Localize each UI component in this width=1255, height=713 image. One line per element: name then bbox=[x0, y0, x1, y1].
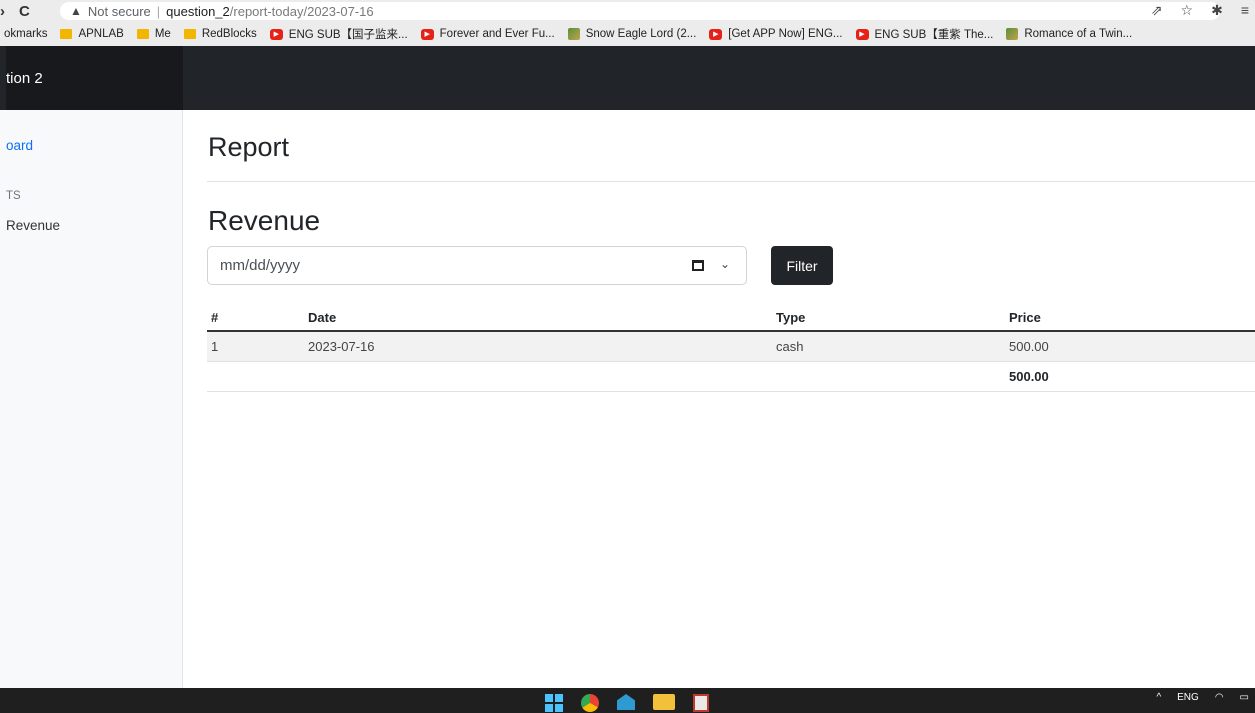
column-header: Type bbox=[776, 310, 806, 325]
youtube-icon: ▶ bbox=[855, 28, 869, 40]
windows-start-icon[interactable] bbox=[545, 694, 563, 712]
bookmark-label: okmarks bbox=[4, 28, 48, 40]
calendar-icon[interactable] bbox=[692, 260, 704, 271]
divider bbox=[207, 181, 1255, 182]
date-input[interactable]: mm/dd/yyyy ⌄ bbox=[207, 246, 747, 285]
column-header: Date bbox=[308, 310, 337, 325]
not-secure-label: Not secure bbox=[87, 3, 151, 19]
warning-icon[interactable]: ▲ bbox=[70, 4, 82, 18]
site-icon bbox=[1006, 28, 1019, 40]
bookmark-label: Romance of a Twin... bbox=[1024, 28, 1133, 40]
browser-address-bar: › C ▲ Not secure | question_2 /report-to… bbox=[0, 0, 1255, 22]
extensions-icon[interactable]: ✱ bbox=[1211, 2, 1223, 19]
os-taskbar: ^ ENG ◠ ▭ bbox=[0, 688, 1255, 713]
row-number: 1 bbox=[211, 339, 219, 354]
playlist-icon[interactable]: ≡ bbox=[1241, 2, 1249, 19]
chevron-up-icon[interactable]: ^ bbox=[1156, 692, 1161, 703]
sidebar-item-dashboard[interactable]: oard bbox=[6, 138, 33, 153]
url-path: /report-today/2023-07-16 bbox=[229, 3, 374, 19]
table-total-row: 500.00 bbox=[207, 362, 1255, 392]
sidebar-heading: TS bbox=[6, 190, 21, 202]
screen: › C ▲ Not secure | question_2 /report-to… bbox=[0, 0, 1255, 713]
browser-actions: ⇗ ☆ ✱ ≡ bbox=[1151, 2, 1249, 19]
sidebar: oard TS Revenue bbox=[0, 110, 183, 688]
bookmark-item[interactable]: Me bbox=[136, 28, 171, 40]
wifi-icon[interactable]: ◠ bbox=[1215, 692, 1224, 703]
filter-button[interactable]: Filter bbox=[771, 246, 833, 285]
bookmark-item[interactable]: APNLAB bbox=[60, 28, 124, 40]
bookmark-label: Me bbox=[154, 28, 171, 40]
app-navbar: tion 2 bbox=[0, 46, 1255, 110]
youtube-icon: ▶ bbox=[269, 28, 283, 40]
url-omnibox[interactable]: ▲ Not secure | question_2 /report-today/… bbox=[60, 2, 1220, 20]
file-explorer-icon[interactable] bbox=[653, 694, 675, 710]
main-content: Report Revenue mm/dd/yyyy ⌄ Filter # Dat… bbox=[207, 110, 1255, 688]
revenue-table: # Date Type Price 1 2023-07-16 cash 500.… bbox=[207, 306, 1255, 392]
url-host: question_2 bbox=[166, 3, 230, 19]
table-row: 1 2023-07-16 cash 500.00 bbox=[207, 332, 1255, 362]
table-header-row: # Date Type Price bbox=[207, 306, 1255, 332]
folder-icon bbox=[136, 29, 149, 39]
bookmark-item[interactable]: ▶ ENG SUB【国子监来... bbox=[269, 26, 408, 42]
chevron-down-icon[interactable]: ⌄ bbox=[720, 257, 730, 271]
bookmarks-bar: okmarks APNLAB Me RedBlocks ▶ ENG SUB【国子监… bbox=[0, 22, 1255, 46]
row-price: 500.00 bbox=[1009, 339, 1049, 354]
bookmark-label: Forever and Ever Fu... bbox=[439, 28, 555, 40]
bookmark-item[interactable]: okmarks bbox=[4, 28, 47, 40]
row-type: cash bbox=[776, 339, 804, 354]
bookmark-item[interactable]: Romance of a Twin... bbox=[1006, 28, 1132, 40]
chrome-icon[interactable] bbox=[581, 694, 599, 712]
youtube-icon: ▶ bbox=[709, 28, 723, 40]
bookmark-label: [Get APP Now] ENG... bbox=[728, 28, 843, 40]
date-placeholder: mm/dd/yyyy bbox=[220, 257, 301, 274]
bookmark-label: ENG SUB【国子监来... bbox=[288, 29, 408, 41]
section-title: Revenue bbox=[208, 205, 321, 236]
page-title: Report bbox=[208, 132, 290, 162]
site-icon bbox=[567, 28, 580, 40]
battery-icon[interactable]: ▭ bbox=[1240, 692, 1249, 703]
bookmark-item[interactable]: Snow Eagle Lord (2... bbox=[567, 28, 697, 40]
system-tray: ^ ENG ◠ ▭ bbox=[1156, 692, 1249, 703]
bookmark-item[interactable]: RedBlocks bbox=[183, 28, 257, 40]
folder-icon bbox=[183, 29, 196, 39]
folder-icon bbox=[60, 29, 73, 39]
column-header: # bbox=[211, 310, 219, 325]
star-icon[interactable]: ☆ bbox=[1181, 2, 1194, 19]
youtube-icon: ▶ bbox=[420, 28, 434, 40]
bookmark-label: APNLAB bbox=[78, 28, 124, 40]
reload-icon[interactable]: C bbox=[19, 3, 30, 20]
forward-icon[interactable]: › bbox=[0, 3, 5, 20]
bookmark-label: ENG SUB【重紫 The... bbox=[874, 29, 994, 41]
bookmark-item[interactable]: ▶ ENG SUB【重紫 The... bbox=[855, 26, 994, 42]
language-indicator[interactable]: ENG bbox=[1177, 692, 1199, 703]
taskbar-apps bbox=[545, 694, 709, 712]
sidebar-item-revenue[interactable]: Revenue bbox=[6, 218, 60, 233]
share-icon[interactable]: ⇗ bbox=[1151, 2, 1163, 19]
app-icon[interactable] bbox=[617, 694, 635, 710]
app-brand[interactable]: tion 2 bbox=[6, 46, 183, 110]
browser-nav: › C bbox=[0, 3, 40, 20]
url-separator: | bbox=[156, 3, 161, 19]
bookmark-item[interactable]: ▶ [Get APP Now] ENG... bbox=[709, 28, 843, 40]
total-price: 500.00 bbox=[1009, 369, 1049, 384]
row-date: 2023-07-16 bbox=[308, 339, 375, 354]
bookmark-label: RedBlocks bbox=[201, 28, 257, 40]
app-icon[interactable] bbox=[693, 694, 709, 712]
column-header: Price bbox=[1009, 310, 1041, 325]
bookmark-label: Snow Eagle Lord (2... bbox=[585, 28, 697, 40]
bookmark-item[interactable]: ▶ Forever and Ever Fu... bbox=[420, 28, 555, 40]
